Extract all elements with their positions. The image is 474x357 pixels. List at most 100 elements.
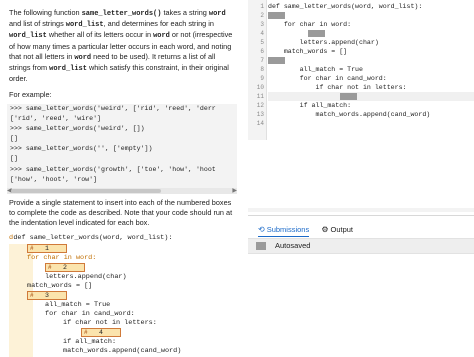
answer-placeholder-4[interactable] xyxy=(340,92,357,100)
editor-line[interactable]: match_words.append(cand_word) xyxy=(268,110,474,119)
puzzle-if-all-line: if all_match: xyxy=(63,338,117,346)
line-number: 13 xyxy=(256,111,264,118)
example-line: ['how', 'hoot', 'row'] xyxy=(10,175,98,183)
puzzle-for-cand-line: for char in cand_word: xyxy=(45,310,135,318)
line-number: 14 xyxy=(256,120,264,127)
word-code: word xyxy=(74,53,92,62)
line-number: 3 xyxy=(260,21,264,28)
code-editor[interactable]: 1 2 3 4 5 6 7 8 9 10 11 12 13 14 def sam… xyxy=(248,0,474,140)
hash-label: # xyxy=(30,245,34,252)
answer-box-2[interactable]: #2 xyxy=(45,263,85,272)
line-number: 11 xyxy=(256,93,264,100)
desc-text: and list of strings xyxy=(9,19,66,29)
example-line: >>> same_letter_words('weird', []) xyxy=(10,125,145,133)
tab-submissions[interactable]: ⟲ Submissions xyxy=(258,225,310,237)
answer-placeholder-1[interactable] xyxy=(268,11,285,19)
panel-divider xyxy=(248,215,474,216)
answer-placeholder-2[interactable] xyxy=(308,29,325,37)
editor-line[interactable]: match_words = [] xyxy=(268,47,474,56)
line-number: 4 xyxy=(260,30,264,37)
editor-line[interactable] xyxy=(268,29,474,38)
word-code: word xyxy=(153,32,170,41)
status-text: Autosaved xyxy=(275,241,311,250)
tab-output-label: Output xyxy=(330,225,354,234)
def-text: def same_letter_words(word, word_list): xyxy=(13,234,173,242)
word-list-code: word_list xyxy=(65,21,104,30)
history-icon: ⟲ xyxy=(258,225,265,234)
answer-box-number: 4 xyxy=(99,329,103,336)
editor-line[interactable]: letters.append(char) xyxy=(268,38,474,47)
answer-box-number: 3 xyxy=(45,292,49,299)
editor-line[interactable]: all_match = True xyxy=(268,65,474,74)
desc-text: , and determines for each string in xyxy=(103,19,214,29)
editor-line[interactable]: for char in cand_word: xyxy=(268,74,474,83)
hash-label: # xyxy=(84,329,88,336)
line-number: 12 xyxy=(256,102,264,109)
fn-name-code: same_letter_words() xyxy=(81,10,162,18)
editor-line[interactable] xyxy=(268,11,474,20)
problem-description: The following function same_letter_words… xyxy=(9,8,237,84)
tab-output[interactable]: ⚙ Output xyxy=(321,225,353,236)
example-line: >>> same_letter_words('growth', ['toe', … xyxy=(10,165,216,173)
desc-text: whether all of its letters occur in xyxy=(46,30,154,40)
answer-box-number: 2 xyxy=(63,264,67,271)
tab-submissions-label: Submissions xyxy=(266,225,310,234)
editor-line[interactable]: if all_match: xyxy=(268,101,474,110)
line-number: 9 xyxy=(260,75,264,82)
example-line: >>> same_letter_words('weird', ['rid', '… xyxy=(10,105,216,112)
hash-label: # xyxy=(30,292,34,299)
problem-panel: The following function same_letter_words… xyxy=(0,0,244,357)
puzzle-match-line: match_words = [] xyxy=(27,282,93,290)
puzzle-code: def def same_letter_words(word, word_lis… xyxy=(9,234,237,357)
scrollbar-thumb[interactable] xyxy=(11,189,161,193)
line-number: 2 xyxy=(260,12,264,19)
line-number-gutter: 1 2 3 4 5 6 7 8 9 10 11 12 13 14 xyxy=(248,0,267,140)
answer-box-3[interactable]: #3 xyxy=(27,291,67,300)
example-code-block[interactable]: >>> same_letter_words('weird', ['rid', '… xyxy=(7,104,237,194)
editor-scrollbar[interactable] xyxy=(248,208,474,212)
autosave-status: Autosaved xyxy=(248,238,474,254)
puzzle-append-line: letters.append(char) xyxy=(45,273,127,281)
word-list-code: word_list xyxy=(9,32,47,41)
editor-code-area[interactable]: def same_letter_words(word, word_list): … xyxy=(268,0,474,140)
example-line: [] xyxy=(10,135,18,143)
editor-line[interactable]: def same_letter_words(word, word_list): xyxy=(268,2,474,11)
example-line: ['rid', 'reed', 'wire'] xyxy=(10,115,102,123)
answer-box-1[interactable]: #1 xyxy=(27,244,67,253)
instructions-text: Provide a single statement to insert int… xyxy=(9,198,233,228)
output-tabs: ⟲ Submissions ⚙ Output xyxy=(258,225,363,237)
scroll-right-icon[interactable]: ▶ xyxy=(232,188,237,194)
example-horizontal-scrollbar[interactable]: ◀ ▶ xyxy=(7,188,237,194)
line-number: 6 xyxy=(260,48,264,55)
puzzle-for-char-line: for char in word: xyxy=(27,254,96,263)
line-number: 1 xyxy=(260,3,264,10)
hash-label: # xyxy=(48,264,52,271)
desc-text: The following function xyxy=(9,8,82,17)
editor-line[interactable] xyxy=(268,119,474,128)
answer-box-number: 1 xyxy=(45,245,49,252)
line-number: 8 xyxy=(260,66,264,73)
for-example-label: For example: xyxy=(9,90,52,99)
puzzle-all-match-line: all_match = True xyxy=(45,301,111,309)
status-indicator xyxy=(256,242,266,250)
for-char-text: for char in word: xyxy=(27,254,97,262)
puzzle-match-append-line: match_words.append(cand_word) xyxy=(63,347,182,355)
answer-box-4[interactable]: #4 xyxy=(81,328,121,337)
editor-line[interactable]: for char in word: xyxy=(268,20,474,29)
line-number: 10 xyxy=(256,84,264,91)
word-code: word xyxy=(208,10,226,18)
example-line: [] xyxy=(10,155,18,163)
desc-text: takes a string xyxy=(161,8,209,17)
answer-placeholder-3[interactable] xyxy=(268,56,285,64)
editor-line[interactable]: if char not in letters: xyxy=(268,83,474,92)
answer-panel: 1 2 3 4 5 6 7 8 9 10 11 12 13 14 def sam… xyxy=(248,0,474,357)
example-line: >>> same_letter_words('', ['empty']) xyxy=(10,145,153,153)
output-icon: ⚙ xyxy=(321,225,329,234)
word-list-code: word_list xyxy=(49,65,87,74)
line-number: 7 xyxy=(260,57,264,64)
editor-line[interactable] xyxy=(268,92,474,101)
editor-line[interactable] xyxy=(268,56,474,65)
puzzle-def-line: def def same_letter_words(word, word_lis… xyxy=(9,234,184,243)
puzzle-if-not-line: if char not in letters: xyxy=(63,319,157,327)
line-number: 5 xyxy=(260,39,264,46)
